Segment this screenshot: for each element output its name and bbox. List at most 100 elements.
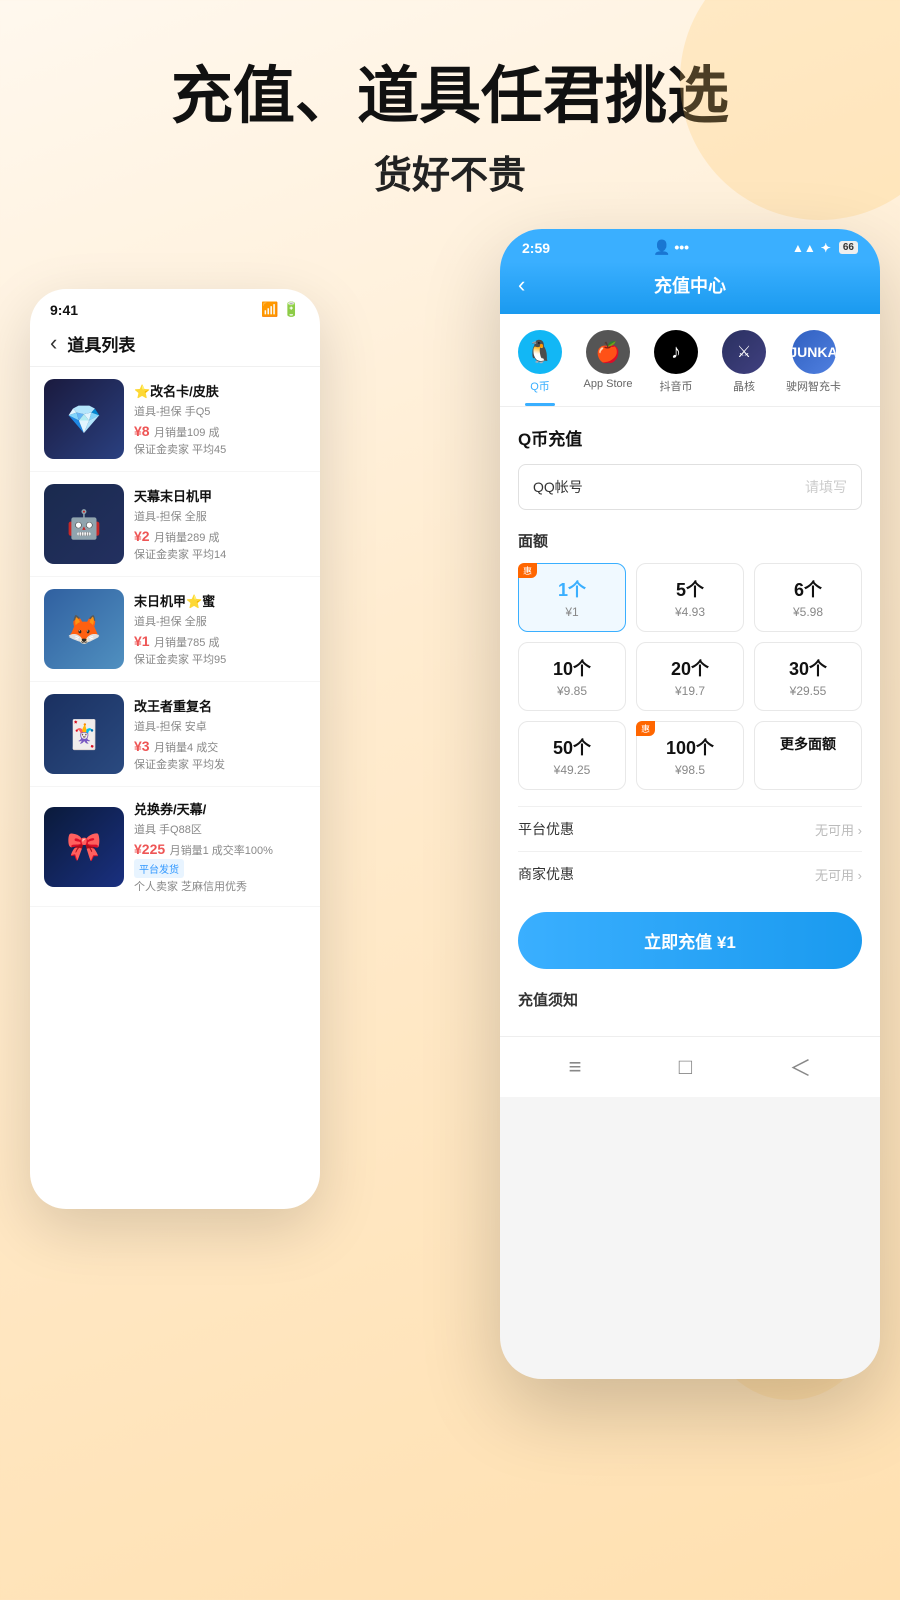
denom-item-2[interactable]: 5个 ¥4.93 (636, 563, 744, 632)
section-title: Q币充值 (518, 425, 862, 450)
right-phone-content: 🐧 Q币 🍎 App Store ♪ 抖音币 ⚔ 晶核 JUNKA 驶网 (500, 314, 880, 1097)
item-sales-3: 月销量785 成 (154, 637, 219, 649)
nav-home-icon[interactable]: □ (679, 1054, 692, 1080)
denom-price-5: ¥19.7 (645, 684, 735, 698)
denom-item-3[interactable]: 6个 ¥5.98 (754, 563, 862, 632)
list-item[interactable]: 🎀 兑换券/天幕/ 道具 手Q88区 ¥225 月销量1 成交率100% 平台发… (30, 787, 320, 907)
notes-title: 充值须知 (518, 989, 862, 1010)
right-phone-status: 2:59 👤 ••• ▲▲ ✦ 66 (500, 229, 880, 262)
denom-count-4: 10个 (527, 655, 617, 681)
denom-count-6: 30个 (763, 655, 853, 681)
denom-item-6[interactable]: 30个 ¥29.55 (754, 642, 862, 711)
item-name-3: 末日机甲⭐蜜 (134, 591, 306, 610)
denom-badge-8: 惠 (636, 721, 655, 736)
tab-tiktok[interactable]: ♪ 抖音币 (646, 330, 706, 406)
list-item[interactable]: 🃏 改王者重复名 道具-担保 安卓 ¥3 月销量4 成交 保证金卖家 平均发 (30, 682, 320, 787)
list-item[interactable]: 🤖 天幕末日机甲 道具-担保 全服 ¥2 月销量289 成 保证金卖家 平均14 (30, 472, 320, 577)
denom-price-8: ¥98.5 (645, 763, 735, 777)
tab-crystal[interactable]: ⚔ 晶核 (714, 330, 774, 406)
denom-count-1: 1个 (527, 576, 617, 602)
denom-item-7[interactable]: 50个 ¥49.25 (518, 721, 626, 790)
item-desc-3: 道具-担保 全服 (134, 613, 306, 629)
tab-apple[interactable]: 🍎 App Store (578, 330, 638, 406)
tab-label-junka: 驶网智充卡 (786, 378, 841, 394)
tab-junka[interactable]: JUNKA 驶网智充卡 (782, 330, 845, 406)
item-sales-2: 月销量289 成 (154, 532, 219, 544)
nav-back-icon[interactable]: ＜ (789, 1051, 811, 1083)
tab-qq[interactable]: 🐧 Q币 (510, 330, 570, 406)
item-desc-5: 道具 手Q88区 (134, 821, 306, 837)
item-sales-4: 月销量4 成交 (154, 742, 218, 754)
tab-label-tiktok: 抖音币 (660, 378, 693, 394)
denom-grid: 惠 1个 ¥1 5个 ¥4.93 6个 ¥5.98 10个 ¥9.85 (518, 563, 862, 790)
item-name-1: ⭐改名卡/皮肤 (134, 381, 306, 400)
account-placeholder: 请填写 (805, 477, 847, 497)
left-status-icons: 📶 🔋 (261, 301, 300, 318)
right-status-time: 2:59 (522, 240, 550, 256)
item-list: 💎 ⭐改名卡/皮肤 道具-担保 手Q5 ¥8 月销量109 成 保证金卖家 平均… (30, 367, 320, 907)
denom-count-7: 50个 (527, 734, 617, 760)
denom-price-1: ¥1 (527, 605, 617, 619)
list-item[interactable]: 🦊 末日机甲⭐蜜 道具-担保 全服 ¥1 月销量785 成 保证金卖家 平均95 (30, 577, 320, 682)
denom-price-3: ¥5.98 (763, 605, 853, 619)
denom-item-1[interactable]: 惠 1个 ¥1 (518, 563, 626, 632)
account-label: QQ帐号 (533, 477, 805, 497)
denom-item-4[interactable]: 10个 ¥9.85 (518, 642, 626, 711)
item-price-1: ¥8 (134, 423, 150, 439)
item-guarantee-3: 保证金卖家 平均95 (134, 651, 306, 667)
right-phone: 2:59 👤 ••• ▲▲ ✦ 66 ‹ 充值中心 🐧 Q币 🍎 (500, 229, 880, 1379)
tab-label-crystal: 晶核 (733, 378, 755, 394)
promo-merchant[interactable]: 商家优惠 无可用 › (518, 851, 862, 896)
left-phone: 9:41 📶 🔋 ‹ 道具列表 💎 ⭐改名卡/皮肤 道具-担保 手Q5 ¥8 月… (30, 289, 320, 1209)
item-desc-4: 道具-担保 安卓 (134, 718, 306, 734)
right-page-title: 充值中心 (654, 272, 726, 298)
right-phone-header: ‹ 充值中心 (500, 262, 880, 314)
item-name-2: 天幕末日机甲 (134, 486, 306, 505)
item-info-5: 兑换券/天幕/ 道具 手Q88区 ¥225 月销量1 成交率100% 平台发货 … (134, 799, 306, 894)
content-area: Q币充值 QQ帐号 请填写 面额 惠 1个 ¥1 5个 ¥4 (500, 407, 880, 1036)
item-name-5: 兑换券/天幕/ (134, 799, 306, 818)
item-price-5: ¥225 (134, 841, 165, 857)
right-back-arrow[interactable]: ‹ (518, 272, 525, 298)
promo-merchant-value: 无可用 › (815, 865, 862, 884)
left-back-arrow[interactable]: ‹ (50, 330, 57, 356)
platform-badge: 平台发货 (134, 859, 184, 878)
denom-badge-1: 惠 (518, 563, 537, 578)
denom-count-8: 100个 (645, 734, 735, 760)
denom-price-6: ¥29.55 (763, 684, 853, 698)
tab-icon-crystal: ⚔ (722, 330, 766, 374)
promo-platform-value: 无可用 › (815, 820, 862, 839)
item-info-1: ⭐改名卡/皮肤 道具-担保 手Q5 ¥8 月销量109 成 保证金卖家 平均45 (134, 381, 306, 457)
item-guarantee-5: 个人卖家 芝麻信用优秀 (134, 878, 306, 894)
denom-count-more: 更多面额 (763, 734, 853, 754)
left-phone-status: 9:41 📶 🔋 (30, 289, 320, 324)
denom-price-2: ¥4.93 (645, 605, 735, 619)
denom-item-more[interactable]: 更多面额 (754, 721, 862, 790)
nav-menu-icon[interactable]: ≡ (569, 1054, 582, 1080)
account-input-row[interactable]: QQ帐号 请填写 (518, 464, 862, 510)
tab-icon-junka: JUNKA (792, 330, 836, 374)
item-image-3: 🦊 (44, 589, 124, 669)
tab-icon-qq: 🐧 (518, 330, 562, 374)
tab-icon-tiktok: ♪ (654, 330, 698, 374)
charge-button[interactable]: 立即充值 ¥1 (518, 912, 862, 969)
bottom-nav: ≡ □ ＜ (500, 1036, 880, 1097)
item-info-3: 末日机甲⭐蜜 道具-担保 全服 ¥1 月销量785 成 保证金卖家 平均95 (134, 591, 306, 667)
denom-price-4: ¥9.85 (527, 684, 617, 698)
item-price-3: ¥1 (134, 633, 150, 649)
promo-platform-label: 平台优惠 (518, 819, 574, 839)
item-guarantee-2: 保证金卖家 平均14 (134, 546, 306, 562)
tabs-bar: 🐧 Q币 🍎 App Store ♪ 抖音币 ⚔ 晶核 JUNKA 驶网 (500, 314, 880, 407)
denom-item-8[interactable]: 惠 100个 ¥98.5 (636, 721, 744, 790)
denom-count-5: 20个 (645, 655, 735, 681)
item-sales-1: 月销量109 成 (154, 427, 219, 439)
denom-price-7: ¥49.25 (527, 763, 617, 777)
tab-label-qq: Q币 (530, 378, 550, 394)
left-phone-header: ‹ 道具列表 (30, 324, 320, 367)
denom-item-5[interactable]: 20个 ¥19.7 (636, 642, 744, 711)
promo-platform[interactable]: 平台优惠 无可用 › (518, 806, 862, 851)
item-info-2: 天幕末日机甲 道具-担保 全服 ¥2 月销量289 成 保证金卖家 平均14 (134, 486, 306, 562)
list-item[interactable]: 💎 ⭐改名卡/皮肤 道具-担保 手Q5 ¥8 月销量109 成 保证金卖家 平均… (30, 367, 320, 472)
item-guarantee-1: 保证金卖家 平均45 (134, 441, 306, 457)
item-desc-1: 道具-担保 手Q5 (134, 403, 306, 419)
